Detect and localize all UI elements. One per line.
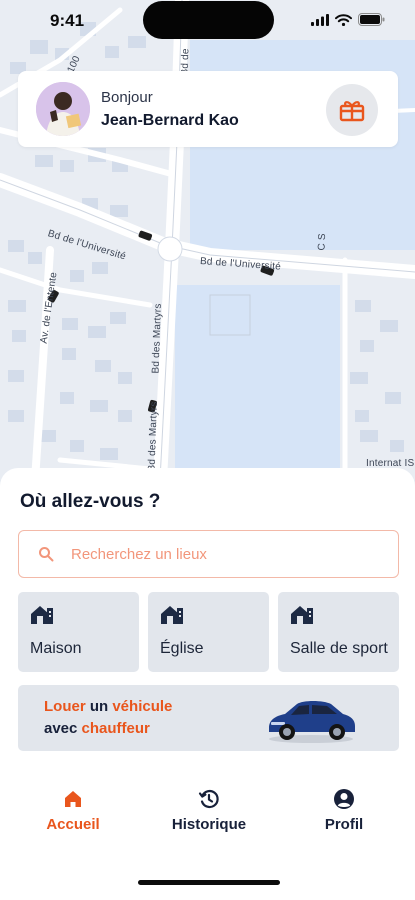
saved-places: Maison Église Salle de sport (18, 592, 399, 672)
home-indicator[interactable] (138, 880, 280, 885)
house-icon (291, 606, 313, 624)
signal-icon (311, 13, 329, 26)
greeting-text: Bonjour (101, 88, 153, 106)
search-icon (39, 547, 54, 562)
status-bar: 9:41 (0, 0, 415, 44)
rental-word: avec (44, 720, 78, 737)
search-input[interactable]: Recherchez un lieux (18, 530, 399, 578)
rental-line-1: Louer un véhicule (44, 698, 172, 715)
profile-icon (334, 789, 354, 809)
search-placeholder: Recherchez un lieux (71, 545, 207, 563)
rental-banner[interactable]: Louer un véhicule avec chauffeur (18, 685, 399, 751)
place-salle-de-sport[interactable]: Salle de sport (278, 592, 399, 672)
house-icon (31, 606, 53, 624)
rental-word: chauffeur (81, 720, 150, 737)
battery-icon (358, 13, 385, 26)
user-avatar-icon (36, 82, 90, 136)
place-label: Église (160, 640, 204, 657)
place-label: Salle de sport (290, 640, 388, 657)
nav-accueil[interactable]: Accueil (18, 788, 128, 833)
status-icons (311, 13, 385, 26)
avatar[interactable] (36, 82, 90, 136)
history-icon (198, 789, 219, 809)
rental-word: un (89, 698, 109, 715)
status-time: 9:41 (50, 11, 85, 30)
rental-word: Louer (44, 698, 86, 715)
nav-label: Historique (171, 816, 247, 833)
sheet-title: Où allez-vous ? (20, 491, 161, 512)
place-maison[interactable]: Maison (18, 592, 139, 672)
home-icon (65, 791, 81, 807)
dynamic-island (143, 1, 274, 39)
gift-icon (339, 101, 365, 122)
bottom-sheet: Où allez-vous ? Recherchez un lieux Mais… (0, 468, 415, 900)
wifi-icon (335, 13, 352, 26)
nav-label: Accueil (46, 816, 100, 833)
user-name: Jean-Bernard Kao (101, 111, 239, 129)
street-label: C S (316, 233, 329, 251)
nav-historique[interactable]: Historique (154, 788, 264, 833)
gift-button[interactable] (326, 84, 378, 136)
house-icon (161, 606, 183, 624)
place-label: Maison (30, 640, 82, 657)
car-image (269, 701, 355, 743)
place-eglise[interactable]: Église (148, 592, 269, 672)
rental-line-2: avec chauffeur (44, 720, 150, 737)
nav-label: Profil (324, 816, 364, 833)
rental-word: véhicule (112, 698, 173, 715)
greeting-card: Bonjour Jean-Bernard Kao (18, 71, 398, 147)
bottom-nav: Accueil Historique Profil (0, 780, 415, 844)
nav-profil[interactable]: Profil (289, 788, 399, 833)
